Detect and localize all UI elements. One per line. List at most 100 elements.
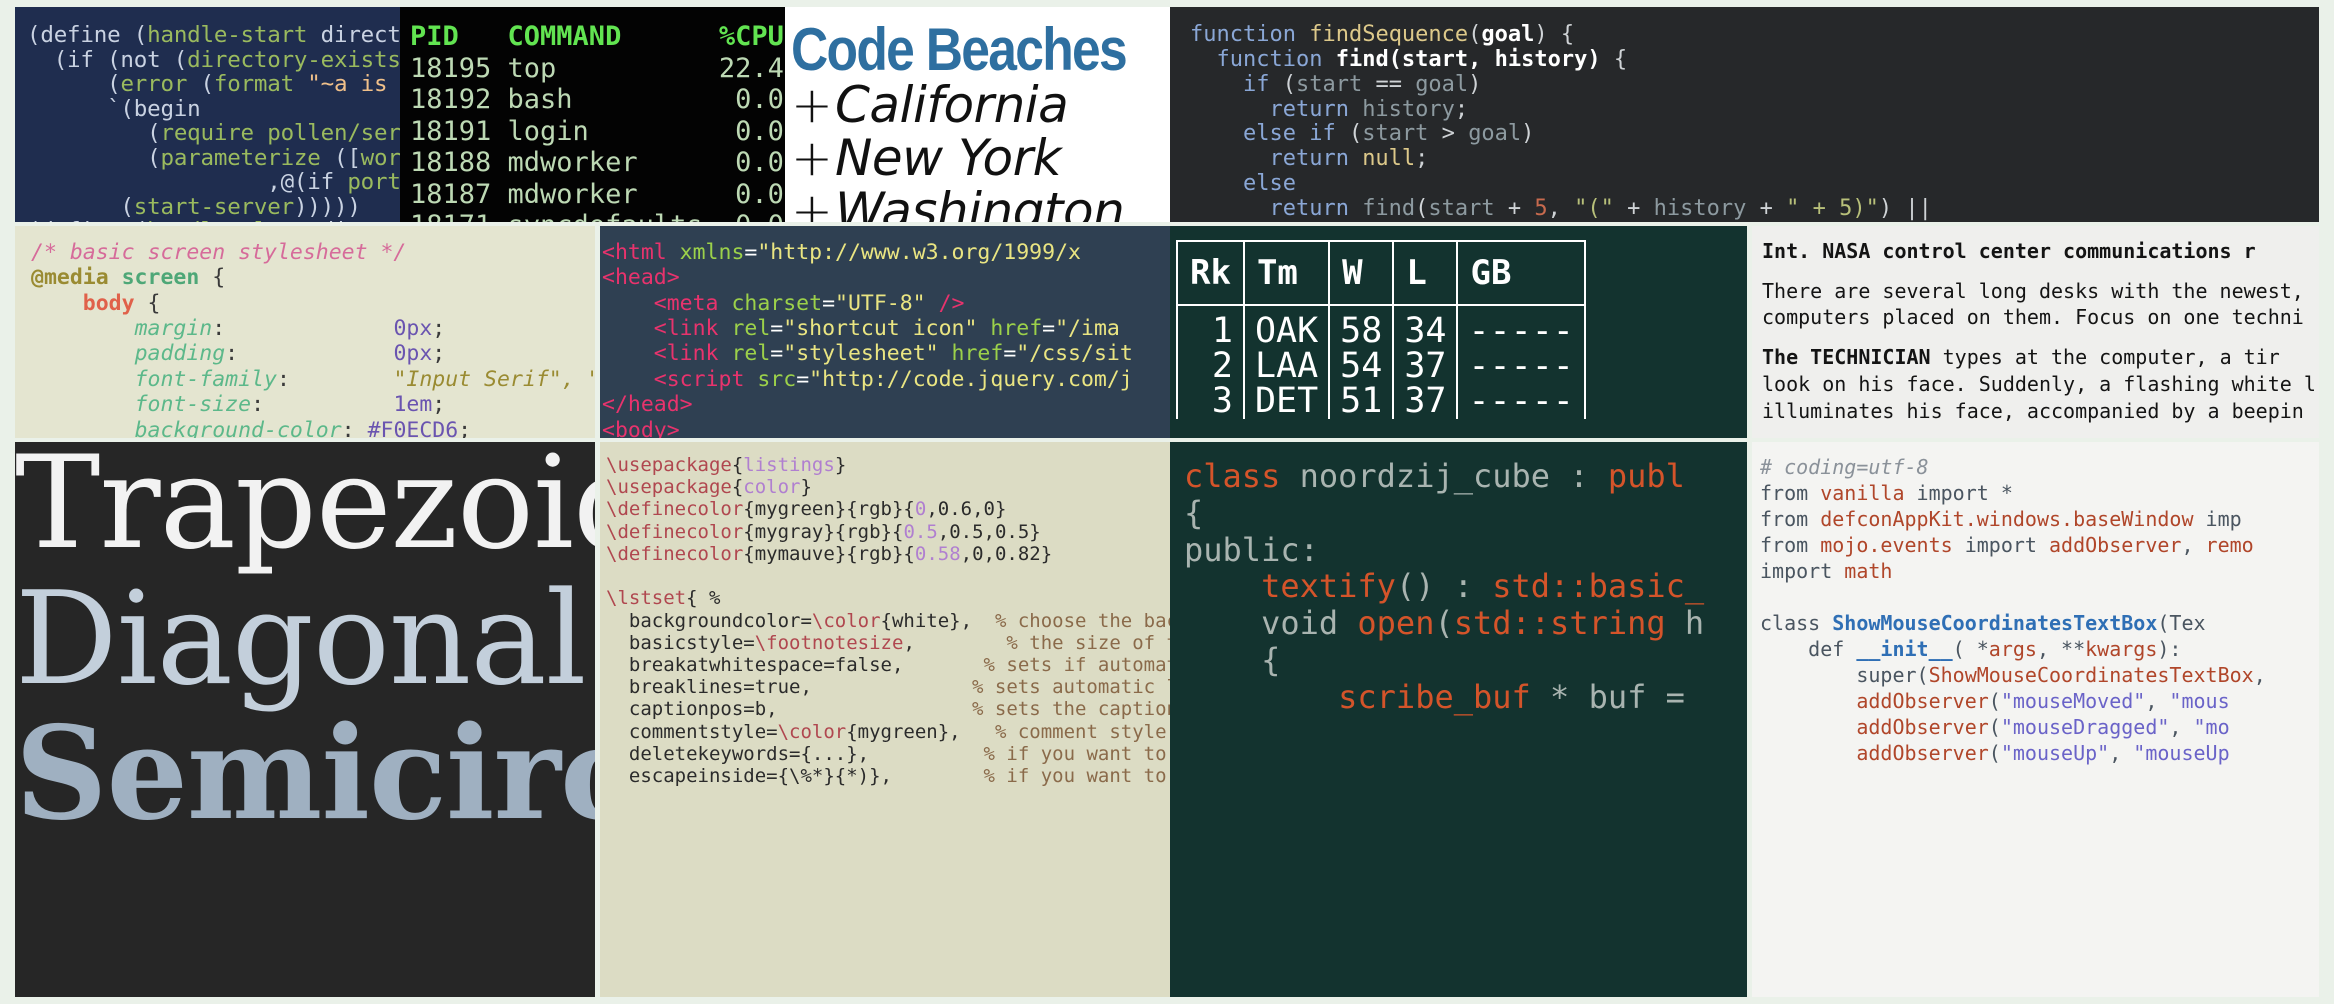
table-row: 2 LAA 54 37 ----- xyxy=(1176,349,1586,384)
code-token: "shortcut icon" xyxy=(783,316,978,342)
code-token: mojo.events xyxy=(1820,533,1953,557)
code-token: port xyxy=(347,169,400,196)
code-token: "(" xyxy=(1574,221,1614,222)
tile-latex-source[interactable]: \usepackage{listings} \usepackage{color}… xyxy=(600,442,1170,997)
tile-code-beaches-poster[interactable]: Code Beaches +California +New York +Washin… xyxy=(785,7,1170,222)
code-token: = xyxy=(770,341,784,367)
tile-shape-words[interactable]: Trapezoid Diagonal Semicirc xyxy=(15,442,595,997)
code-token: : xyxy=(341,417,368,438)
code-token: ( xyxy=(27,144,161,171)
top-process-row: 18171 syncdefaults 0.0 00:00 xyxy=(410,210,785,222)
code-token: listings xyxy=(743,454,835,476)
code-token: from xyxy=(1760,507,1821,531)
code-token: padding xyxy=(134,341,226,367)
code-token: scribe_buf xyxy=(1338,677,1531,716)
tile-baseball-standings[interactable]: Rk Tm W L GB 1 OAK 58 34 ----- 2 LAA 54 37 ----- 3 DET 5… xyxy=(1170,226,1747,438)
code-token: if xyxy=(1190,71,1283,97)
code-token: = xyxy=(796,366,810,392)
code-token: , xyxy=(2109,741,2134,765)
code-token: (Tex xyxy=(2157,611,2206,635)
code-token: "(" xyxy=(1574,196,1614,222)
code-token: return xyxy=(1190,96,1363,122)
code-token: from xyxy=(1760,481,1821,505)
code-token: @media xyxy=(31,265,122,291)
code-token: ,0,0.82} xyxy=(960,542,1053,565)
code-token: "mouseUp" xyxy=(2000,741,2110,765)
code-token: " + 5)" xyxy=(1786,196,1879,222)
code-token: + xyxy=(1613,196,1654,222)
code-token: + xyxy=(1746,221,1786,222)
code-token: {mymauve}{rgb}{ xyxy=(743,542,915,565)
racket-code-block: (define (handle-start directory [p (if (… xyxy=(15,7,400,222)
code-token: 5 xyxy=(1534,196,1548,222)
code-token: "Input Serif", "Cou xyxy=(393,366,595,392)
code-token: ; xyxy=(432,316,446,342)
code-token: == xyxy=(1362,71,1416,97)
code-token: /> xyxy=(925,290,965,316)
tile-python-code[interactable]: # coding=utf-8 from vanilla import * fro… xyxy=(1752,442,2319,997)
code-token: : xyxy=(276,366,394,392)
code-token: ; xyxy=(432,341,446,367)
code-token: background-color xyxy=(134,417,342,438)
code-token: \lstset xyxy=(606,587,687,610)
tile-javascript-code[interactable]: function findSequence(goal) { function f… xyxy=(1170,7,2319,222)
standings-cell-gb: ----- xyxy=(1456,349,1586,384)
tile-top-process-monitor[interactable]: PID COMMAND %CPU TIME 18195 top 22.4 00:… xyxy=(400,7,785,222)
code-token: font-family xyxy=(134,366,277,392)
code-token: start-server xyxy=(133,193,294,220)
code-token: + xyxy=(1494,196,1535,222)
tile-css-stylesheet[interactable]: /* basic screen stylesheet */ @media scr… xyxy=(15,226,595,438)
javascript-code-block: function findSequence(goal) { function f… xyxy=(1170,7,2319,222)
top-header-row: PID COMMAND %CPU TIME xyxy=(410,21,784,52)
tile-html-markup[interactable]: <html xmlns="http://www.w3.org/1999/x <h… xyxy=(600,226,1170,438)
code-token: directory re xyxy=(307,218,400,222)
code-token: { xyxy=(1184,640,1281,679)
standings-column-header: Tm xyxy=(1242,240,1331,306)
code-token: ( xyxy=(187,71,215,98)
tile-cpp-code[interactable]: class noordzij_cube : publ { public: tex… xyxy=(1170,442,1747,997)
code-token: open xyxy=(1357,604,1435,643)
code-token: } xyxy=(834,454,847,476)
code-token: % the size of the fonts xyxy=(1006,631,1170,654)
code-token: "mouseUp xyxy=(2133,741,2230,765)
tile-racket-code[interactable]: (define (handle-start directory [p (if (… xyxy=(15,7,400,222)
code-token: ( xyxy=(1415,221,1428,222)
word-semicircle: Semicirc xyxy=(15,699,595,850)
code-token: basicstyle= xyxy=(606,631,755,654)
code-token: 0px xyxy=(393,316,433,342)
code-token: addObserver xyxy=(1856,741,1989,765)
code-token: : xyxy=(212,316,394,342)
code-token: " * 3)" xyxy=(1786,221,1879,222)
screenplay-blank-line xyxy=(1762,424,2319,437)
code-token: </head> xyxy=(602,392,693,418)
tile-screenplay[interactable]: Int. NASA control center communications … xyxy=(1752,226,2319,438)
code-token: % comment style xyxy=(994,720,1167,743)
code-token: else if xyxy=(1190,121,1349,147)
standings-cell-rk: 1 xyxy=(1176,305,1245,349)
code-token: ): xyxy=(2157,637,2182,661)
code-token: find xyxy=(1362,221,1415,222)
code-token: * xyxy=(2000,481,2013,505)
code-token: noordzij_cube xyxy=(1299,457,1551,495)
poster-item-list: +California+New York+Washington+Massachu… xyxy=(791,78,1170,222)
code-token: ShowMouseCoordinatesTextBox xyxy=(1928,663,2254,687)
code-token: defconAppKit.windows.baseWindow xyxy=(1820,507,2194,531)
code-token: class xyxy=(1760,611,1833,635)
code-token: ( xyxy=(1415,196,1429,222)
code-token: : xyxy=(225,341,394,367)
code-token: return xyxy=(1190,196,1363,222)
code-token: href xyxy=(990,316,1043,342)
standings-column-header: W xyxy=(1328,240,1395,306)
code-token: () : xyxy=(1395,567,1493,606)
code-token: ,@(if xyxy=(27,169,348,196)
code-token: start xyxy=(1428,196,1495,222)
code-token: function xyxy=(1190,22,1310,47)
code-token: args xyxy=(1988,637,2037,661)
code-token: `(begin xyxy=(27,95,201,122)
code-token: href xyxy=(951,341,1004,367)
code-token: h xyxy=(1665,604,1705,643)
